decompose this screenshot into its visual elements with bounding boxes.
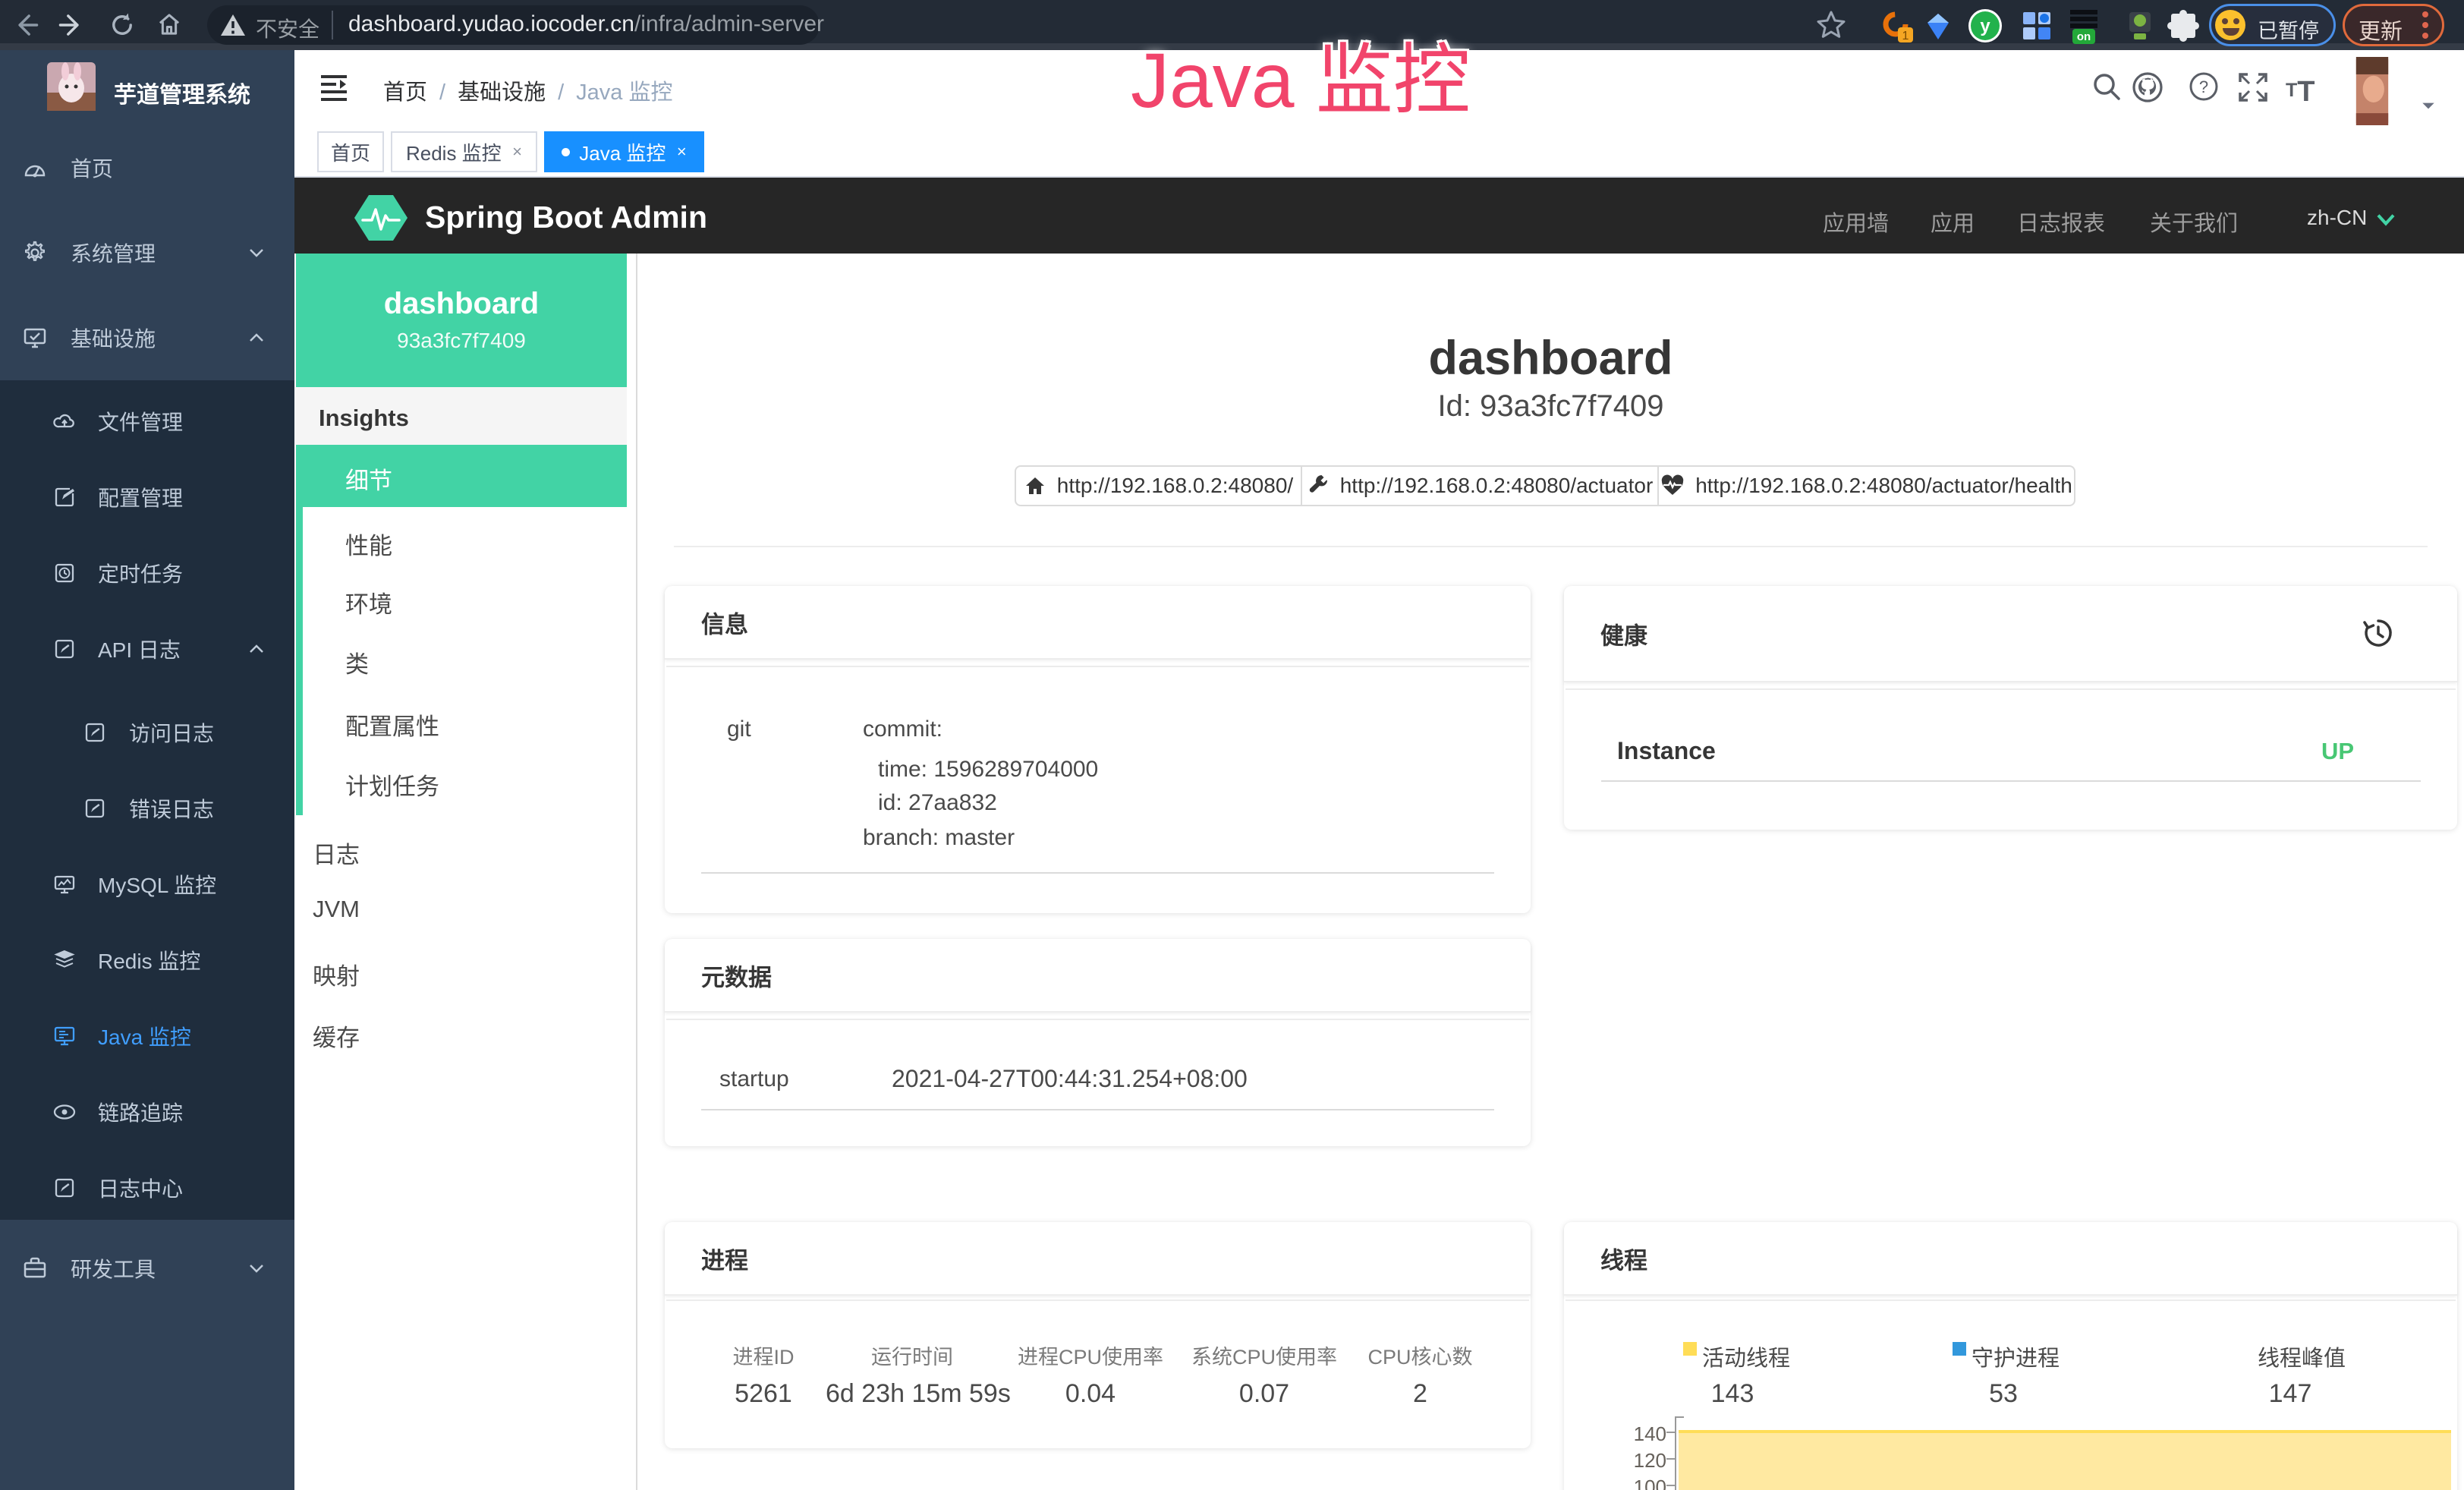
svg-text:y: y [1980, 16, 1990, 36]
svg-text:?: ? [2199, 77, 2208, 96]
svg-text:on: on [2077, 30, 2091, 43]
svg-text:1: 1 [1902, 30, 1909, 43]
